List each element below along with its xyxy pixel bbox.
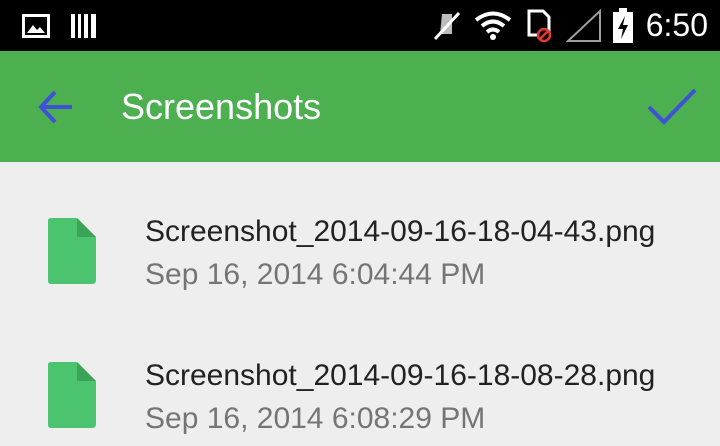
file-date: Sep 16, 2014 6:08:29 PM bbox=[145, 402, 486, 435]
image-icon bbox=[22, 0, 50, 51]
file-icon bbox=[48, 362, 96, 428]
file-icon bbox=[48, 218, 96, 284]
page-title: Screenshots bbox=[121, 86, 322, 127]
status-time: 6:50 bbox=[645, 7, 708, 43]
file-list-item[interactable]: Screenshot_2014-09-16-18-08-28.png Sep 1… bbox=[0, 306, 720, 446]
wifi-icon bbox=[474, 0, 512, 51]
file-list: Screenshot_2014-09-16-18-04-43.png Sep 1… bbox=[0, 162, 720, 437]
app-bar: Screenshots bbox=[0, 51, 720, 162]
status-bar: 6:50 bbox=[0, 0, 720, 51]
confirm-button[interactable] bbox=[646, 87, 698, 127]
arrow-back-icon bbox=[38, 90, 72, 124]
file-name: Screenshot_2014-09-16-18-08-28.png bbox=[145, 359, 656, 392]
file-name: Screenshot_2014-09-16-18-04-43.png bbox=[145, 215, 656, 248]
signal-icon bbox=[566, 0, 602, 51]
file-date: Sep 16, 2014 6:04:44 PM bbox=[145, 258, 486, 291]
mute-icon bbox=[432, 0, 462, 51]
file-list-item[interactable]: Screenshot_2014-09-16-18-04-43.png Sep 1… bbox=[0, 162, 720, 302]
back-button[interactable] bbox=[36, 89, 76, 125]
sim-error-icon bbox=[526, 0, 554, 51]
check-icon bbox=[647, 88, 697, 125]
battery-charging-icon bbox=[612, 0, 634, 51]
barcode-icon bbox=[70, 0, 98, 51]
